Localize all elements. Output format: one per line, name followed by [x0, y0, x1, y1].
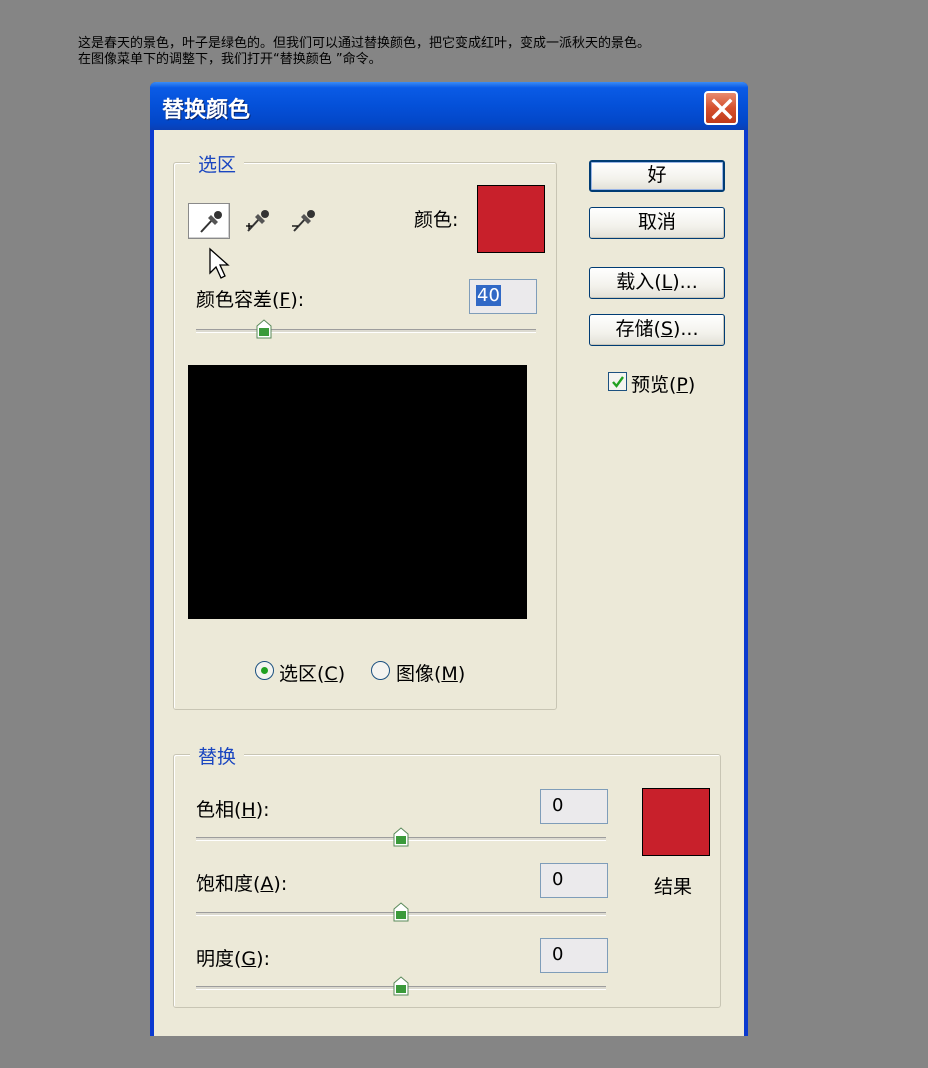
eyedropper-subtract-tool[interactable] [282, 203, 324, 239]
lightness-slider-thumb[interactable] [393, 976, 409, 996]
selection-radio-label[interactable]: 选区(C) [279, 659, 345, 686]
preview-label[interactable]: 预览(P) [631, 370, 695, 397]
hue-label: 色相(H): [196, 799, 270, 821]
saturation-slider-thumb[interactable] [393, 902, 409, 922]
image-radio[interactable] [371, 661, 390, 680]
image-radio-label[interactable]: 图像(M) [396, 659, 465, 686]
tolerance-slider-thumb[interactable] [256, 319, 272, 339]
tolerance-input[interactable]: 40 [469, 279, 537, 314]
selection-radio[interactable] [255, 661, 274, 680]
caption: 这是春天的景色，叶子是绿色的。但我们可以通过替换颜色，把它变成红叶，变成一派秋天… [78, 36, 650, 68]
eyedropper-plus-icon [246, 210, 269, 232]
cursor-icon [209, 247, 230, 279]
selection-color-swatch[interactable] [477, 185, 545, 253]
replace-color-dialog: 替换颜色 选区 颜色: 颜色容差(F): 40 选区(C) 图像(M) 好 取消… [150, 82, 748, 1036]
hue-slider-thumb[interactable] [393, 827, 409, 847]
close-button[interactable] [704, 91, 738, 125]
tolerance-slider-track[interactable] [196, 329, 536, 333]
load-button[interactable]: 载入(L)... [589, 267, 725, 299]
caption-line-1: 这是春天的景色，叶子是绿色的。但我们可以通过替换颜色，把它变成红叶，变成一派秋天… [78, 36, 651, 51]
saturation-label: 饱和度(A): [196, 873, 288, 895]
dialog-client-area: 选区 颜色: 颜色容差(F): 40 选区(C) 图像(M) 好 取消 载入(L… [154, 130, 744, 1036]
color-label: 颜色: [414, 209, 459, 231]
replace-group: 替换 色相(H): 0 饱和度(A): 0 明度(G): 0 结果 [173, 742, 721, 1008]
close-icon [711, 98, 733, 120]
preview-checkbox[interactable] [608, 372, 627, 391]
eyedropper-icon [200, 211, 222, 233]
eyedropper-tool[interactable] [188, 203, 230, 239]
cancel-button[interactable]: 取消 [589, 207, 725, 239]
caption-line-2: 在图像菜单下的调整下，我们打开“替换颜色 ”命令。 [78, 52, 382, 67]
selection-preview-area[interactable] [188, 365, 527, 619]
lightness-input[interactable]: 0 [540, 938, 608, 973]
checkmark-icon [612, 376, 624, 388]
selection-group-label: 选区 [190, 150, 245, 177]
eyedropper-add-tool[interactable] [236, 203, 278, 239]
saturation-input[interactable]: 0 [540, 863, 608, 898]
lightness-label: 明度(G): [196, 948, 270, 970]
title-bar[interactable]: 替换颜色 [150, 82, 748, 130]
tolerance-label: 颜色容差(F): [196, 289, 305, 311]
save-button[interactable]: 存储(S)... [589, 314, 725, 346]
ok-button[interactable]: 好 [589, 160, 725, 192]
result-label: 结果 [654, 876, 693, 898]
dialog-title: 替换颜色 [162, 98, 251, 123]
result-color-swatch[interactable] [642, 788, 710, 856]
eyedropper-minus-icon [292, 210, 315, 232]
hue-input[interactable]: 0 [540, 789, 608, 824]
selection-group: 选区 颜色: 颜色容差(F): 40 选区(C) 图像(M) [173, 150, 557, 710]
replace-group-label: 替换 [190, 742, 245, 769]
